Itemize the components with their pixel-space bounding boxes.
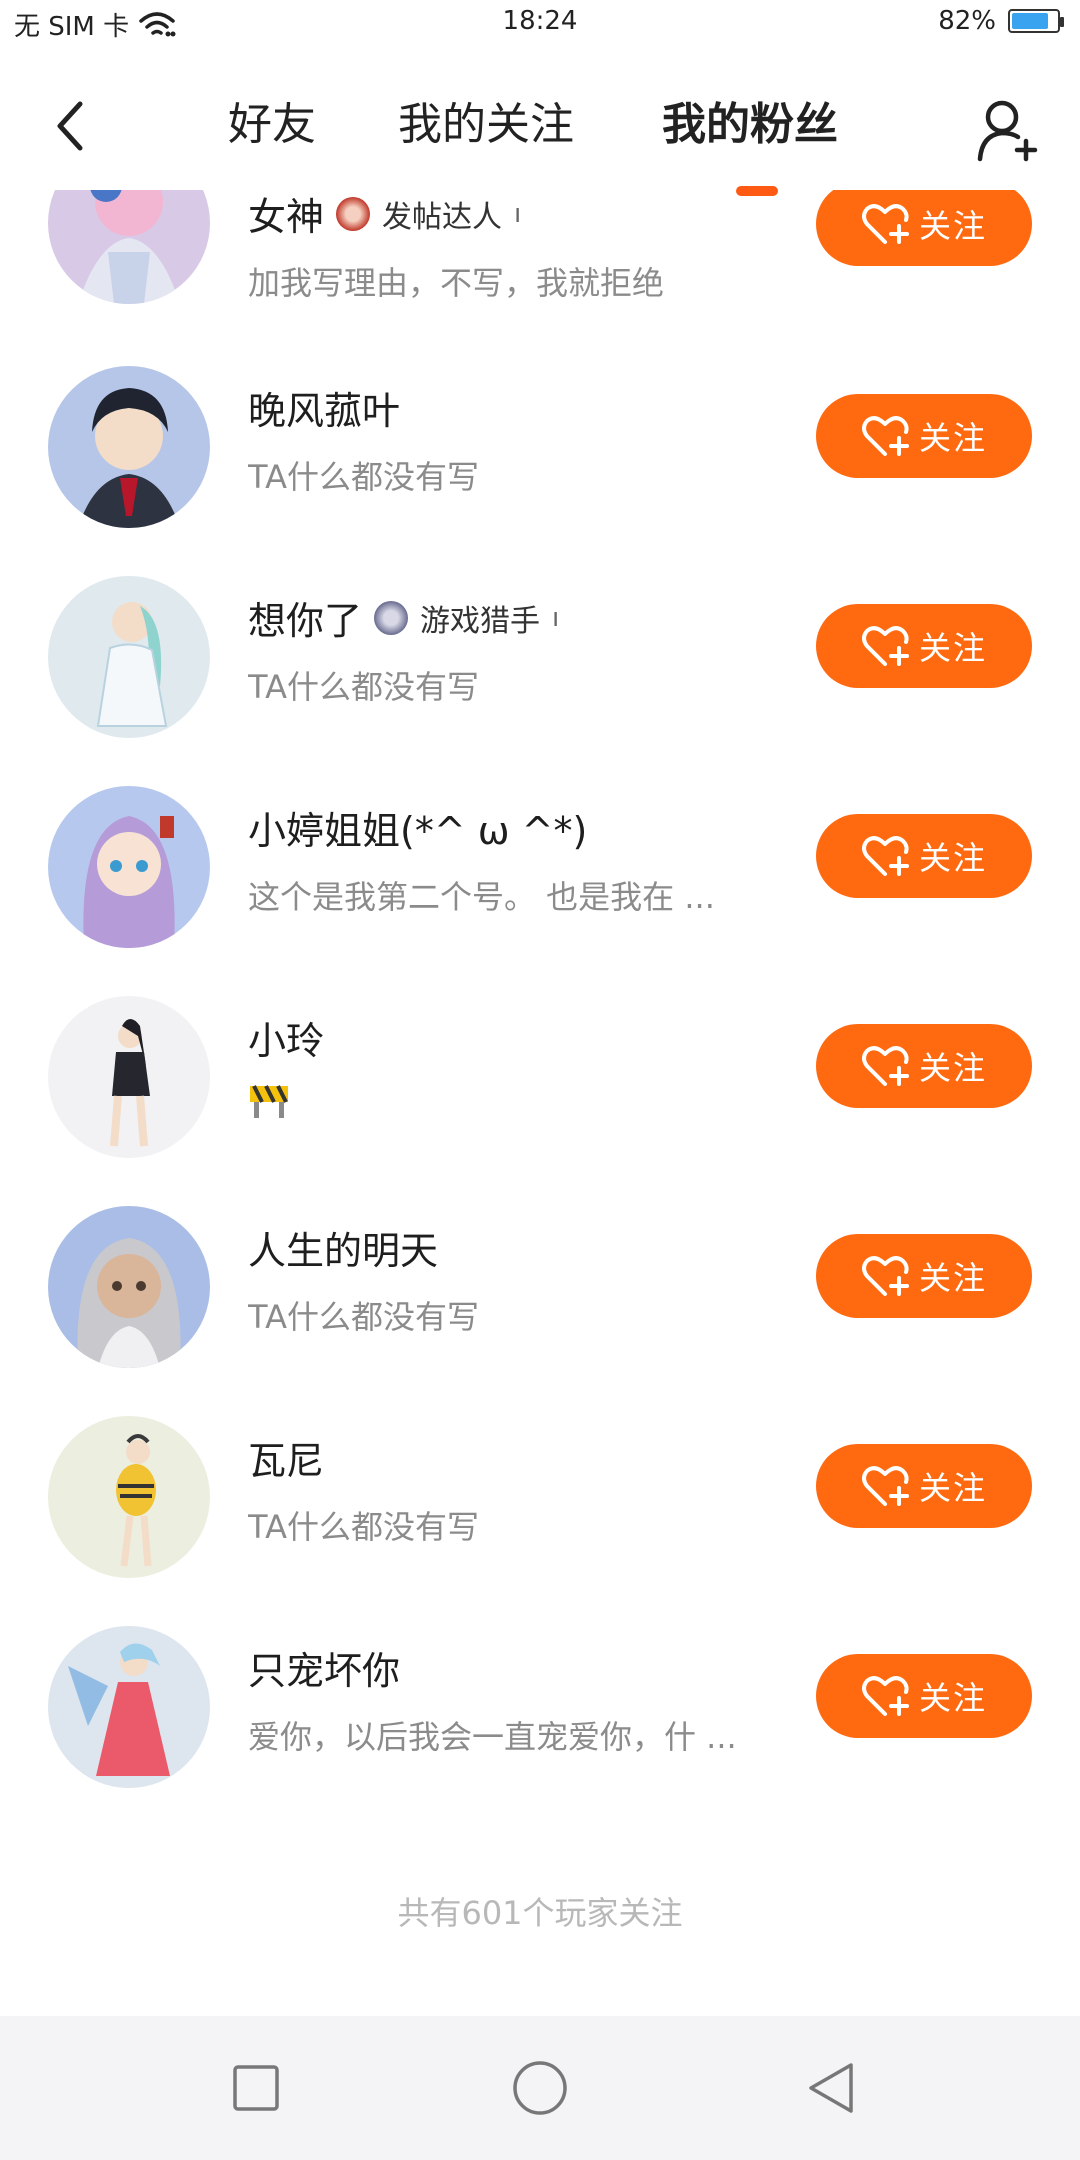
badge-game-hunter-icon [374,600,409,635]
avatar[interactable] [48,1206,210,1368]
list-item[interactable]: 小玲 关注 [0,972,1080,1182]
heart-plus-icon [861,1046,909,1086]
recent-apps-button[interactable] [224,2056,288,2120]
follow-button[interactable]: 关注 [816,1654,1032,1738]
tab-following[interactable]: 我的关注 [398,90,574,160]
avatar[interactable] [48,786,210,948]
avatar[interactable] [48,996,210,1158]
battery-status: 82% [938,6,1064,36]
total-fans-count: 共有601个玩家关注 [397,1894,683,1932]
follow-button[interactable]: 关注 [816,604,1032,688]
add-friend-button[interactable] [968,90,1048,170]
chevron-left-icon [57,101,83,151]
list-item[interactable]: 小婷姐姐(*^ ω ^*) 这个是我第二个号。 也是我在 ... 关注 [0,762,1080,972]
list-item[interactable]: 瓦尼 TA什么都没有写 关注 [0,1392,1080,1602]
badge-divider: ı [514,198,522,229]
avatar[interactable] [48,366,210,528]
follow-button[interactable]: 关注 [816,1444,1032,1528]
follow-button-label: 关注 [918,419,987,457]
home-button[interactable] [508,2056,572,2120]
follow-button-label: 关注 [918,1469,987,1507]
avatar[interactable] [48,576,210,738]
heart-plus-icon [861,1256,909,1296]
follow-button[interactable]: 关注 [816,1234,1032,1318]
name-line: 瓦尼 [248,1430,324,1485]
add-user-icon [977,100,1038,162]
heart-plus-icon [861,626,909,666]
avatar[interactable] [48,190,210,304]
square-icon [233,2065,279,2111]
battery-percent: 82% [938,6,996,36]
user-signature: TA什么都没有写 [248,1508,479,1546]
user-name: 只宠坏你 [248,1649,401,1693]
badge-divider: ı [552,602,560,633]
user-signature: 爱你，以后我会一直宠爱你，什 ... [248,1718,737,1756]
tab-friends[interactable]: 好友 [228,90,316,160]
heart-plus-icon [861,1676,909,1716]
name-line: 女神 发帖达人 ı [248,190,521,241]
user-name: 想你了 [248,599,363,643]
back-nav-button[interactable] [798,2056,862,2120]
list-item[interactable]: 只宠坏你 爱你，以后我会一直宠爱你，什 ... 关注 [0,1602,1080,1812]
circle-icon [513,2061,567,2115]
user-name: 晚风菰叶 [248,389,401,433]
heart-plus-icon [861,836,909,876]
list-item[interactable]: 女神 发帖达人 ı 加我写理由，不写，我就拒绝 关注 [0,190,1080,342]
heart-plus-icon [861,1466,909,1506]
clock: 18:24 [502,6,578,36]
list-item[interactable]: 想你了 游戏猎手 ı TA什么都没有写 关注 [0,552,1080,762]
heart-plus-icon [861,204,909,244]
follow-button-label: 关注 [918,839,987,877]
user-name: 女神 [248,195,325,239]
user-name: 小婷姐姐(*^ ω ^*) [248,809,588,853]
user-signature: TA什么都没有写 [248,1298,479,1336]
user-signature: TA什么都没有写 [248,668,479,706]
follow-button-label: 关注 [918,1679,987,1717]
name-line: 人生的明天 [248,1220,438,1275]
user-signature: TA什么都没有写 [248,458,479,496]
follow-button-label: 关注 [918,629,987,667]
name-line: 晚风菰叶 [248,380,400,435]
name-line: 想你了 游戏猎手 ı [248,590,559,645]
tab-fans[interactable]: 我的粉丝 [662,90,838,160]
user-signature: 加我写理由，不写，我就拒绝 [248,264,665,302]
battery-icon [1008,9,1064,33]
badge-label: 游戏猎手 [420,603,541,639]
follow-button-label: 关注 [918,1259,987,1297]
name-line: 只宠坏你 [248,1640,400,1695]
heart-plus-icon [861,416,909,456]
avatar[interactable] [48,1626,210,1788]
badge-label: 发帖达人 [382,199,503,235]
follow-button[interactable]: 关注 [816,1024,1032,1108]
header: 好友 我的关注 我的粉丝 [0,60,1080,196]
list-item[interactable]: 晚风菰叶 TA什么都没有写 关注 [0,342,1080,552]
status-bar: 无 SIM 卡 18:24 82% [0,0,1080,50]
user-name: 小玲 [248,1019,325,1063]
name-line: 小婷姐姐(*^ ω ^*) [248,800,587,855]
follow-button-label: 关注 [918,207,987,245]
follow-button[interactable]: 关注 [816,190,1032,266]
system-nav-bar [0,2016,1080,2160]
battery-level [1012,13,1048,29]
follow-button[interactable]: 关注 [816,394,1032,478]
fans-list: 女神 发帖达人 ı 加我写理由，不写，我就拒绝 关注 晚风菰叶 TA什么都没有写… [0,190,1080,2000]
follow-button-label: 关注 [918,1049,987,1087]
roadblock-emoji-icon [250,1085,288,1118]
list-item[interactable]: 人生的明天 TA什么都没有写 关注 [0,1182,1080,1392]
back-button[interactable] [40,96,100,156]
user-signature: 这个是我第二个号。 也是我在 ... [248,878,715,916]
avatar[interactable] [48,1416,210,1578]
user-name: 瓦尼 [248,1439,325,1483]
badge-post-master-icon [336,196,371,231]
follow-button[interactable]: 关注 [816,814,1032,898]
user-name: 人生的明天 [248,1229,439,1273]
name-line: 小玲 [248,1010,324,1065]
triangle-back-icon [809,2063,853,2113]
